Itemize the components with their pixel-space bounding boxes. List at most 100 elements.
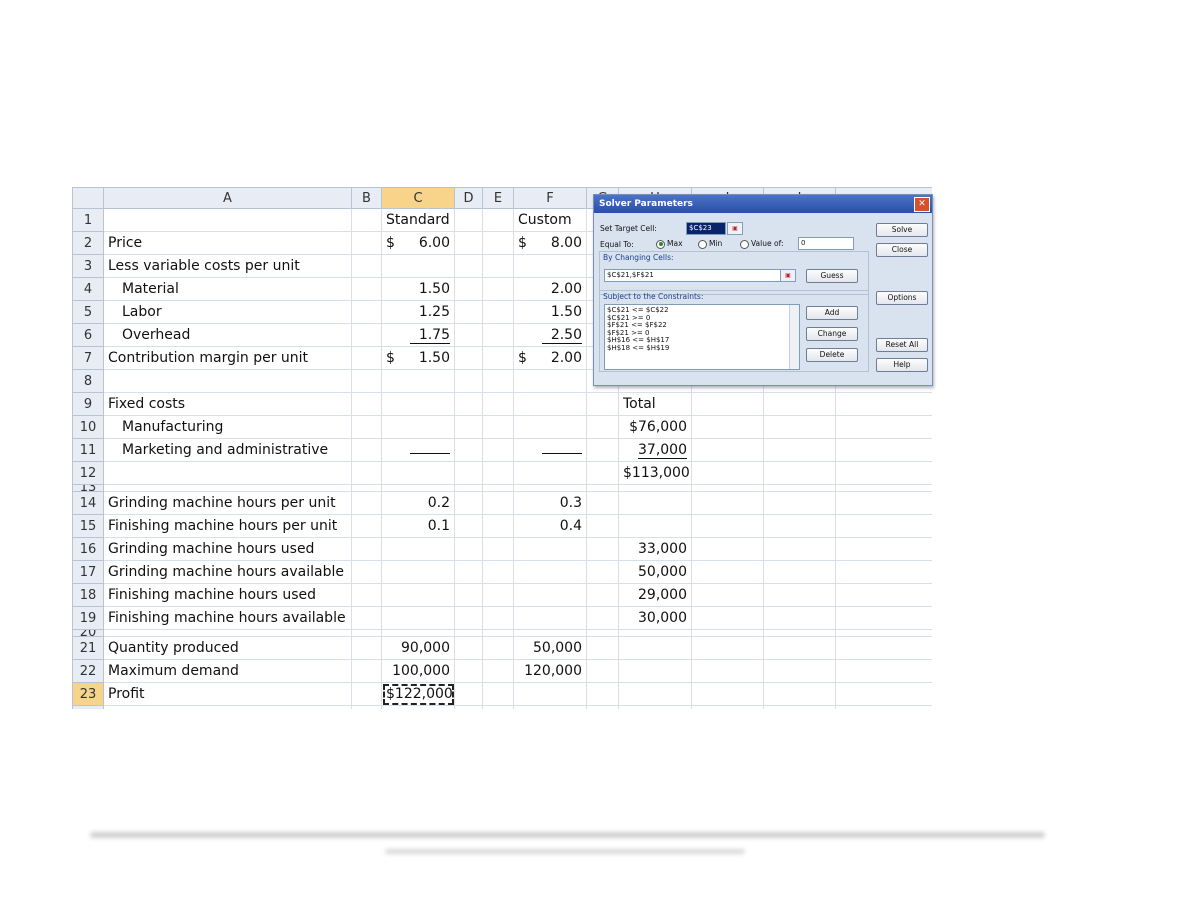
cell-f[interactable]: Custom bbox=[513, 208, 587, 232]
cell-c[interactable] bbox=[381, 560, 455, 584]
cell-f[interactable]: 0.4 bbox=[513, 514, 587, 538]
cell-b[interactable] bbox=[351, 254, 382, 278]
cell-c[interactable] bbox=[381, 438, 455, 462]
cell-b[interactable] bbox=[351, 461, 382, 485]
cell-h[interactable]: 37,000 bbox=[618, 438, 692, 462]
active-cell-c23[interactable]: $122,000 bbox=[381, 682, 455, 706]
column-header-e[interactable]: E bbox=[482, 187, 514, 209]
cell-a[interactable] bbox=[103, 369, 352, 393]
cell-c[interactable]: 0.1 bbox=[381, 514, 455, 538]
cell-c[interactable]: 0.2 bbox=[381, 491, 455, 515]
cell-h[interactable]: 29,000 bbox=[618, 583, 692, 607]
cell-k[interactable] bbox=[835, 629, 932, 637]
cell-i[interactable] bbox=[691, 484, 764, 492]
cell-b[interactable] bbox=[351, 392, 382, 416]
cell-j[interactable] bbox=[763, 484, 836, 492]
row-header[interactable]: 20 bbox=[72, 629, 104, 637]
cell-b[interactable] bbox=[351, 346, 382, 370]
row-header[interactable]: 12 bbox=[72, 461, 104, 485]
cell-j[interactable] bbox=[763, 636, 836, 660]
cell-a[interactable] bbox=[103, 208, 352, 232]
cell-i[interactable] bbox=[691, 606, 764, 630]
cell-k[interactable] bbox=[835, 415, 932, 439]
cell-c[interactable] bbox=[381, 254, 455, 278]
cell-d[interactable] bbox=[454, 606, 483, 630]
cell-f[interactable] bbox=[513, 537, 587, 561]
cell-f[interactable]: 120,000 bbox=[513, 659, 587, 683]
cell-a[interactable]: Fixed costs bbox=[103, 392, 352, 416]
cell-i[interactable] bbox=[691, 438, 764, 462]
cell-h[interactable]: 50,000 bbox=[618, 560, 692, 584]
cell-d[interactable] bbox=[454, 254, 483, 278]
row-header[interactable]: 5 bbox=[72, 300, 104, 324]
dialog-title-bar[interactable]: Solver Parameters ✕ bbox=[594, 195, 932, 213]
collapse-dialog-icon[interactable]: ▣ bbox=[780, 269, 796, 282]
column-header-d[interactable]: D bbox=[454, 187, 483, 209]
cell-i[interactable] bbox=[691, 461, 764, 485]
cell-c[interactable]: 90,000 bbox=[381, 636, 455, 660]
constraints-list[interactable]: $C$21 <= $C$22 $C$21 >= 0 $F$21 <= $F$22 $F… bbox=[604, 304, 800, 370]
cell-i[interactable] bbox=[691, 392, 764, 416]
cell-e[interactable] bbox=[482, 392, 514, 416]
cell-i[interactable] bbox=[691, 629, 764, 637]
cell-b[interactable] bbox=[351, 560, 382, 584]
cell-b[interactable] bbox=[351, 537, 382, 561]
cell-c[interactable]: $6.00 bbox=[381, 231, 455, 255]
cell-d[interactable] bbox=[454, 461, 483, 485]
cell-g[interactable] bbox=[586, 461, 619, 485]
delete-button[interactable]: Delete bbox=[806, 348, 858, 362]
cell-e[interactable] bbox=[482, 514, 514, 538]
cell-e[interactable] bbox=[482, 277, 514, 301]
cell-e[interactable] bbox=[482, 606, 514, 630]
cell-a[interactable]: Marketing and administrative bbox=[103, 438, 352, 462]
cell-e[interactable] bbox=[482, 636, 514, 660]
cell-a[interactable]: Maximum demand bbox=[103, 659, 352, 683]
cell-c[interactable]: 1.25 bbox=[381, 300, 455, 324]
cell-e[interactable] bbox=[482, 484, 514, 492]
cell-k[interactable] bbox=[835, 484, 932, 492]
cell-j[interactable] bbox=[763, 392, 836, 416]
cell-a[interactable]: Profit bbox=[103, 682, 352, 706]
cell-f[interactable] bbox=[513, 415, 587, 439]
cell-f[interactable] bbox=[513, 438, 587, 462]
cell-j[interactable] bbox=[763, 491, 836, 515]
cell-h[interactable] bbox=[618, 682, 692, 706]
cell-k[interactable] bbox=[835, 636, 932, 660]
cell-g[interactable] bbox=[586, 629, 619, 637]
cell-h[interactable] bbox=[618, 514, 692, 538]
cell-e[interactable] bbox=[482, 369, 514, 393]
cell-i[interactable] bbox=[691, 682, 764, 706]
cell-k[interactable] bbox=[835, 560, 932, 584]
cell-f[interactable] bbox=[513, 583, 587, 607]
cell-b[interactable] bbox=[351, 682, 382, 706]
cell-h[interactable] bbox=[618, 484, 692, 492]
column-header-f[interactable]: F bbox=[513, 187, 587, 209]
row-header[interactable]: 24 bbox=[72, 705, 104, 709]
cell-c[interactable] bbox=[381, 705, 455, 709]
cell-k[interactable] bbox=[835, 392, 932, 416]
cell-i[interactable] bbox=[691, 636, 764, 660]
cell-b[interactable] bbox=[351, 705, 382, 709]
cell-a[interactable]: Finishing machine hours per unit bbox=[103, 514, 352, 538]
collapse-dialog-icon[interactable]: ▣ bbox=[727, 222, 743, 235]
cell-h[interactable] bbox=[618, 629, 692, 637]
cell-g[interactable] bbox=[586, 659, 619, 683]
cell-b[interactable] bbox=[351, 438, 382, 462]
cell-k[interactable] bbox=[835, 705, 932, 709]
cell-g[interactable] bbox=[586, 438, 619, 462]
cell-b[interactable] bbox=[351, 629, 382, 637]
change-button[interactable]: Change bbox=[806, 327, 858, 341]
cell-e[interactable] bbox=[482, 491, 514, 515]
cell-f[interactable] bbox=[513, 606, 587, 630]
close-icon[interactable]: ✕ bbox=[914, 197, 930, 212]
cell-k[interactable] bbox=[835, 438, 932, 462]
row-header[interactable]: 15 bbox=[72, 514, 104, 538]
cell-h[interactable] bbox=[618, 705, 692, 709]
cell-e[interactable] bbox=[482, 682, 514, 706]
cell-e[interactable] bbox=[482, 346, 514, 370]
cell-k[interactable] bbox=[835, 461, 932, 485]
cell-b[interactable] bbox=[351, 369, 382, 393]
cell-e[interactable] bbox=[482, 231, 514, 255]
cell-f[interactable]: 1.50 bbox=[513, 300, 587, 324]
cell-i[interactable] bbox=[691, 583, 764, 607]
